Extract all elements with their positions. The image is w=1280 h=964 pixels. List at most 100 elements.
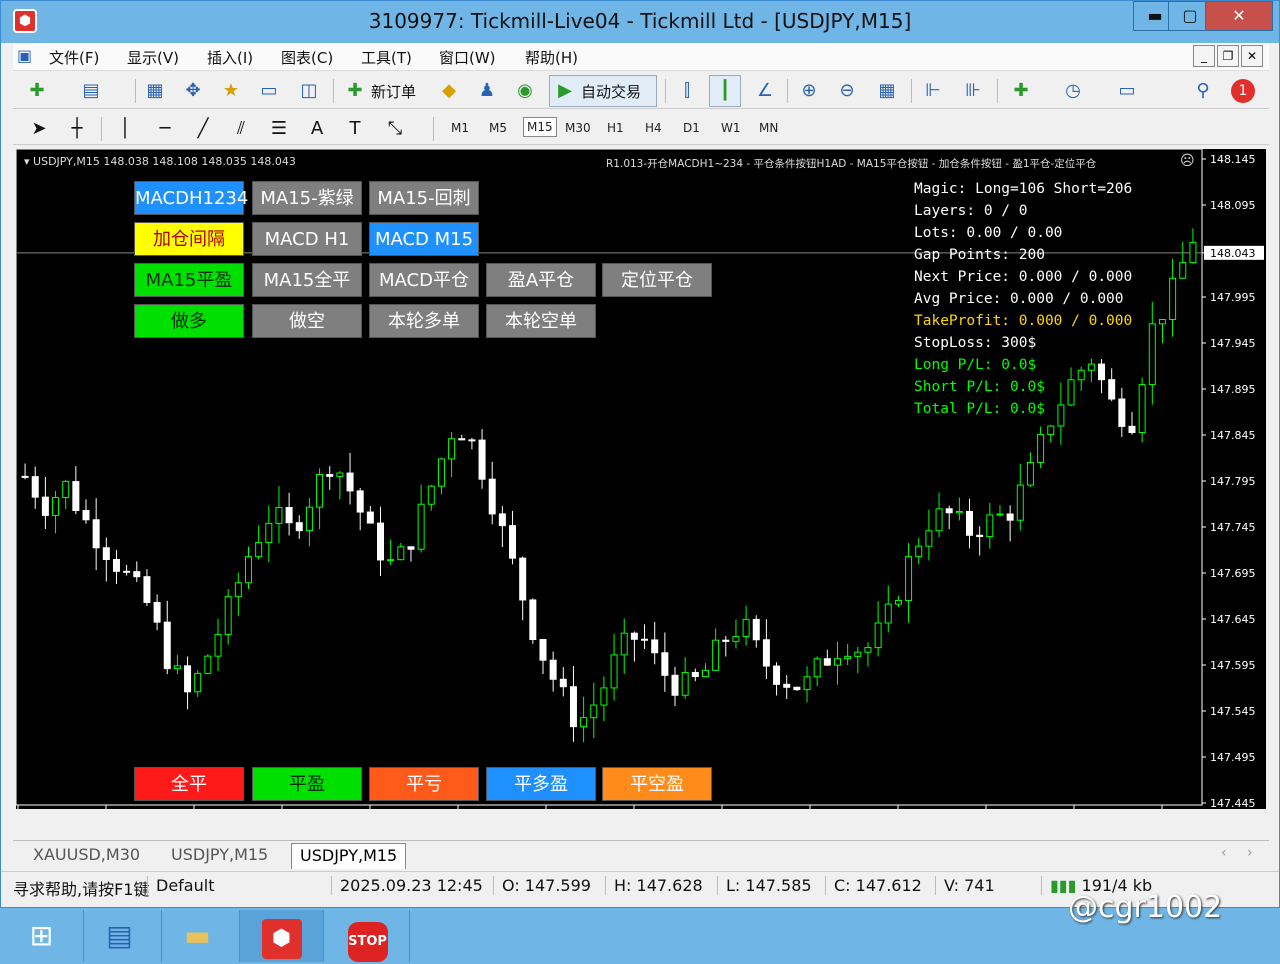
candle-body xyxy=(204,655,212,674)
signals-icon[interactable]: ♟ xyxy=(475,79,499,103)
line-chart-icon[interactable]: ∠ xyxy=(753,79,777,103)
market-icon[interactable]: ◉ xyxy=(513,79,537,103)
ea-button-close-all[interactable]: 全平 xyxy=(134,767,244,801)
taskbar-terminal[interactable]: ⬢ xyxy=(240,910,324,962)
candle-body xyxy=(1128,425,1136,433)
ea-button-close-profit[interactable]: 平盈 xyxy=(252,767,362,801)
ea-button-position-close[interactable]: 定位平仓 xyxy=(602,263,712,297)
market-watch-icon[interactable]: ▦ xyxy=(143,79,167,103)
candle-body xyxy=(976,534,984,538)
menu-insert[interactable]: 插入(I) xyxy=(207,47,253,68)
ea-button-macd-m15[interactable]: MACD M15 xyxy=(369,222,479,256)
tab-usdjpy-m15-2[interactable]: USDJPY,M15 xyxy=(291,843,407,869)
tile-windows-icon[interactable]: ▦ xyxy=(875,79,899,103)
tf-m5[interactable]: M5 xyxy=(489,121,507,135)
metaeditor-icon[interactable]: ◆ xyxy=(437,79,461,103)
ea-button-close-buy-profit[interactable]: 平多盈 xyxy=(486,767,596,801)
tf-m1[interactable]: M1 xyxy=(451,121,469,135)
tab-usdjpy-m15-1[interactable]: USDJPY,M15 xyxy=(163,843,276,869)
cursor-icon[interactable]: ➤ xyxy=(27,117,51,141)
info-line: TakeProfit: 0.000 / 0.000 xyxy=(914,313,1133,329)
profiles-icon[interactable]: ▤ xyxy=(79,79,103,103)
drawing-toolbar: ➤ ┼ │ ─ ╱ ⫽ ☰ A T ⤡ M1 M5 M15 M30 H1 H4 … xyxy=(13,111,1269,145)
ea-button-profit-a-close[interactable]: 盈A平仓 xyxy=(486,263,596,297)
arrows-icon[interactable]: ⤡ xyxy=(383,117,407,141)
candle-body xyxy=(793,686,801,691)
notification-badge[interactable]: 1 xyxy=(1231,79,1255,103)
fibonacci-icon[interactable]: ☰ xyxy=(267,117,291,141)
taskbar-stop-app[interactable]: STOP xyxy=(326,910,410,962)
ea-button-ma15-close-profit[interactable]: MA15平盈 xyxy=(134,263,244,297)
text-icon[interactable]: A xyxy=(305,117,329,141)
tf-d1[interactable]: D1 xyxy=(683,121,700,135)
vertical-line-icon[interactable]: │ xyxy=(113,117,137,141)
templates-icon[interactable]: ▭ xyxy=(1115,79,1139,103)
ea-button-round-sell-orders[interactable]: 本轮空单 xyxy=(486,304,596,338)
ea-button-macdh1234[interactable]: MACDH1234 xyxy=(134,181,248,215)
candle-body xyxy=(955,510,963,514)
tf-h1[interactable]: H1 xyxy=(607,121,624,135)
trendline-icon[interactable]: ╱ xyxy=(191,117,215,141)
tf-m30[interactable]: M30 xyxy=(565,121,591,135)
crosshair-icon[interactable]: ┼ xyxy=(65,117,89,141)
tf-h4[interactable]: H4 xyxy=(645,121,662,135)
mdi-minimize-button[interactable]: _ xyxy=(1193,45,1215,67)
terminal-icon[interactable]: ▭ xyxy=(257,79,281,103)
chart-shift-icon[interactable]: ⊩ xyxy=(921,79,945,103)
search-icon[interactable]: ⚲ xyxy=(1191,79,1215,103)
channel-icon[interactable]: ⫽ xyxy=(229,117,253,141)
zoom-in-icon[interactable]: ⊕ xyxy=(797,79,821,103)
horizontal-line-icon[interactable]: ─ xyxy=(153,117,177,141)
menu-help[interactable]: 帮助(H) xyxy=(525,47,578,68)
menu-window[interactable]: 窗口(W) xyxy=(439,47,496,68)
taskbar-file-explorer[interactable]: ▬ xyxy=(156,910,240,962)
candle-body xyxy=(1067,379,1075,406)
ea-button-close-loss[interactable]: 平亏 xyxy=(369,767,479,801)
candle-body xyxy=(844,655,852,660)
ea-button-round-buy-orders[interactable]: 本轮多单 xyxy=(369,304,479,338)
new-order-icon[interactable]: ✚ xyxy=(343,79,367,103)
menu-file[interactable]: 文件(F) xyxy=(49,47,99,68)
indicators-icon[interactable]: ✚ xyxy=(1009,79,1033,103)
zoom-out-icon[interactable]: ⊖ xyxy=(835,79,859,103)
menu-charts[interactable]: 图表(C) xyxy=(281,47,333,68)
crosshair-nav-icon[interactable]: ✥ xyxy=(181,79,205,103)
tab-xauusd-m30[interactable]: XAUUSD,M30 xyxy=(25,843,148,869)
candle-body xyxy=(854,651,862,657)
ea-button-buy[interactable]: 做多 xyxy=(134,304,244,338)
close-button[interactable]: ✕ xyxy=(1205,1,1273,31)
strategy-tester-icon[interactable]: ◫ xyxy=(297,79,321,103)
new-order-button[interactable]: 新订单 xyxy=(371,81,416,102)
tab-scroll-right-icon[interactable]: › xyxy=(1247,845,1253,861)
ea-button-macd-h1[interactable]: MACD H1 xyxy=(252,222,362,256)
tab-scroll-left-icon[interactable]: ‹ xyxy=(1221,845,1227,861)
ea-button-ma15-purple-green[interactable]: MA15-紫绿 xyxy=(252,181,362,215)
new-chart-icon[interactable]: ✚ xyxy=(25,79,49,103)
tf-mn[interactable]: MN xyxy=(759,121,778,135)
bar-chart-icon[interactable]: ⫿ xyxy=(675,79,699,103)
ea-button-close-sell-profit[interactable]: 平空盈 xyxy=(602,767,712,801)
ea-button-sell[interactable]: 做空 xyxy=(252,304,362,338)
candle-body xyxy=(1179,262,1187,279)
tf-w1[interactable]: W1 xyxy=(721,121,741,135)
ea-button-ma15-pullback[interactable]: MA15-回刺 xyxy=(369,181,479,215)
menu-view[interactable]: 显示(V) xyxy=(127,47,179,68)
candle-body xyxy=(488,478,496,515)
menu-tools[interactable]: 工具(T) xyxy=(361,47,412,68)
price-label: 148.095 xyxy=(1210,199,1256,212)
mdi-restore-button[interactable]: ❐ xyxy=(1217,45,1239,67)
tf-m15[interactable]: M15 xyxy=(523,117,557,137)
server-manager-icon: ▤ xyxy=(106,919,133,952)
mdi-close-button[interactable]: ✕ xyxy=(1241,45,1263,67)
auto-scroll-icon[interactable]: ⊪ xyxy=(961,79,985,103)
ea-button-ma15-close-all[interactable]: MA15全平 xyxy=(252,263,362,297)
ea-button-add-interval[interactable]: 加仓间隔 xyxy=(134,222,244,256)
candle-body xyxy=(41,496,49,516)
text-label-icon[interactable]: T xyxy=(343,117,367,141)
periods-icon[interactable]: ◷ xyxy=(1061,79,1085,103)
ea-button-macd-close[interactable]: MACD平仓 xyxy=(369,263,479,297)
taskbar-server-manager[interactable]: ▤ xyxy=(78,910,162,962)
navigator-icon[interactable]: ★ xyxy=(219,79,243,103)
start-button[interactable]: ⊞ xyxy=(0,910,84,962)
price-chart[interactable]: 148.145 148.095 148.043 147.995 147.945 147.8… xyxy=(16,149,1266,809)
